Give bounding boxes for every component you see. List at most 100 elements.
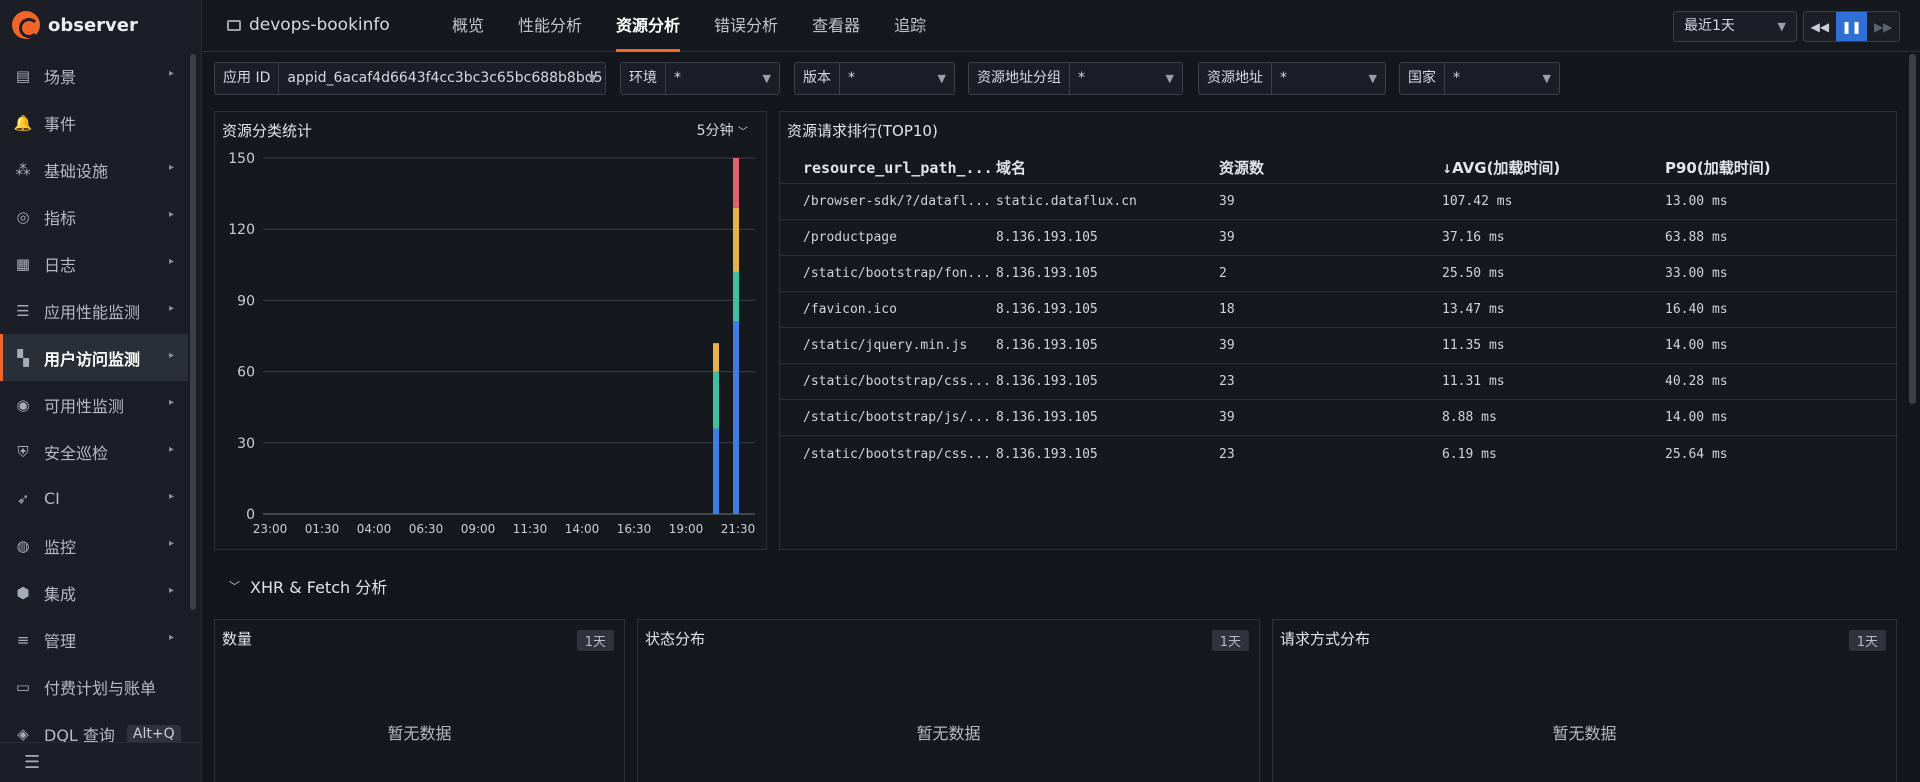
filter-app-id[interactable]: 应用 ID appid_6acaf4d6643f4cc3bc3c65bc688b… [214, 62, 606, 95]
filter-value-text: * [1280, 70, 1287, 86]
tab[interactable]: 查看器 [795, 0, 877, 52]
table-row[interactable]: /static/bootstrap/css... 8.136.193.105 23 1… [780, 364, 1898, 400]
chevron-right-icon: ▸ [168, 209, 174, 220]
sidebar-item-label: 基础设施 [44, 161, 109, 181]
table-cell: 107.42 ms [1442, 194, 1513, 209]
y-tick-label: 60 [237, 365, 255, 381]
apm-icon: ☰ [16, 301, 30, 320]
sidebar-item[interactable]: ▦ 日志 ▸ [0, 240, 188, 287]
pause-button[interactable]: ❚❚ [1835, 12, 1868, 41]
project-selector[interactable]: devops-bookinfo [227, 15, 390, 35]
filter-label: 应用 ID [215, 63, 280, 94]
filter-country[interactable]: 国家 * ▼ [1399, 62, 1560, 95]
tab[interactable]: 资源分析 [599, 0, 697, 52]
table-row[interactable]: /static/jquery.min.js 8.136.193.105 39 11.3… [780, 328, 1898, 364]
sidebar-item[interactable]: ▤ 场景 ▸ [0, 52, 188, 99]
logo-icon [12, 11, 40, 39]
table-row[interactable]: /productpage 8.136.193.105 39 37.16 ms 63.88… [780, 220, 1898, 256]
sidebar-item[interactable]: 🔔 事件 [0, 99, 188, 146]
chevron-right-icon: ▸ [168, 68, 174, 79]
column-header-label: resource_url_path_... [803, 158, 993, 177]
chevron-down-icon: ▼ [1368, 72, 1377, 85]
availability-icon: ◉ [16, 395, 30, 414]
table-cell: 40.28 ms [1665, 374, 1728, 389]
y-tick-label: 150 [228, 151, 255, 167]
table-cell: 16.40 ms [1665, 302, 1728, 317]
table-cell: 18 [1219, 302, 1235, 317]
table-cell: 63.88 ms [1665, 230, 1728, 245]
rewind-button[interactable]: ◀◀ [1804, 12, 1836, 41]
tab[interactable]: 概览 [435, 0, 501, 52]
sidebar-item[interactable]: ⁂ 基础设施 ▸ [0, 146, 188, 193]
sidebar-scrollbar[interactable] [190, 54, 196, 610]
rocket-icon: ➶ [16, 489, 30, 508]
table-cell: 13.47 ms [1442, 302, 1505, 317]
fast-forward-button[interactable]: ▶▶ [1867, 12, 1899, 41]
table-row[interactable]: /favicon.ico 8.136.193.105 18 13.47 ms 16.40… [780, 292, 1898, 328]
table-cell: /productpage [803, 230, 897, 245]
table-cell: 2 [1219, 266, 1227, 281]
filter-env[interactable]: 环境 * ▼ [620, 62, 780, 95]
sidebar-item[interactable]: ≡ 管理 ▸ [0, 616, 188, 663]
tab[interactable]: 错误分析 [697, 0, 795, 52]
billing-icon: ▭ [15, 677, 31, 696]
table-row[interactable]: /browser-sdk/?/datafl... static.dataflux.… [780, 184, 1898, 220]
filter-resource-group[interactable]: 资源地址分组 * ▼ [968, 62, 1183, 95]
x-tick-label: 09:00 [461, 522, 496, 536]
sidebar-item[interactable]: ➶ CI ▸ [0, 475, 188, 522]
bar-segment [733, 271, 739, 322]
filter-value-text: * [1453, 70, 1460, 86]
sort-desc-icon: ↓ [1442, 162, 1453, 176]
sidebar-item[interactable]: ⬢ 集成 ▸ [0, 569, 188, 616]
column-header-label: 域名 [996, 159, 1027, 177]
chevron-down-icon: ▼ [1542, 72, 1551, 85]
sidebar-item-label: 安全巡检 [44, 443, 109, 463]
sidebar-item[interactable]: ▭ 付费计划与账单 [0, 663, 188, 710]
sidebar-item-label: 付费计划与账单 [44, 678, 157, 698]
column-header[interactable]: 资源数 [1217, 157, 1440, 178]
sidebar-item[interactable]: ☰ 应用性能监测 ▸ [0, 287, 188, 334]
sidebar-item[interactable]: ◎ 指标 ▸ [0, 193, 188, 240]
sidebar-item[interactable]: ⛨ 安全巡检 ▸ [0, 428, 188, 475]
time-range-select[interactable]: 最近1天 ▼ [1673, 11, 1797, 42]
table-cell: /static/bootstrap/fon... [803, 266, 991, 281]
xhr-section-header[interactable]: ﹀ XHR & Fetch 分析 [229, 574, 387, 598]
time-badge: 1天 [576, 630, 614, 651]
table-cell: 14.00 ms [1665, 410, 1728, 425]
pause-icon: ❚❚ [1841, 19, 1862, 34]
sidebar-item[interactable]: ◉ 可用性监测 ▸ [0, 381, 188, 428]
filter-resource-url[interactable]: 资源地址 * ▼ [1198, 62, 1386, 95]
sidebar-item[interactable]: ◍ 监控 ▸ [0, 522, 188, 569]
filter-label: 版本 [795, 63, 840, 94]
column-header[interactable]: resource_url_path_... [780, 159, 994, 177]
table-row[interactable]: /static/bootstrap/css... 8.136.193.105 23 6… [780, 436, 1898, 472]
table-cell: 8.88 ms [1442, 410, 1497, 425]
resource-chart-panel: 资源分类统计 5分钟 ﹀ 0 30 60 90 120 150 23:00 01:30 04:0… [214, 111, 767, 550]
sidebar-item-label: 监控 [44, 537, 77, 557]
bar-segment [713, 371, 719, 429]
chevron-right-icon: ▸ [168, 303, 174, 314]
table-cell: /static/bootstrap/js/... [803, 410, 991, 425]
main-scrollbar[interactable] [1909, 54, 1916, 404]
filter-value: * ▼ [666, 63, 779, 94]
tab[interactable]: 性能分析 [501, 0, 599, 52]
filter-version[interactable]: 版本 * ▼ [794, 62, 955, 95]
logo[interactable]: observer [12, 10, 138, 40]
table-row[interactable]: /static/bootstrap/fon... 8.136.193.105 2 25… [780, 256, 1898, 292]
column-header[interactable]: ↓AVG(加载时间) [1440, 157, 1663, 178]
table-cell: 39 [1219, 338, 1235, 353]
column-header[interactable]: P90(加载时间) [1663, 157, 1863, 178]
column-header-label: P90(加载时间) [1665, 159, 1771, 177]
collapse-sidebar-button[interactable]: ☰ [0, 742, 202, 782]
app-root: observer ▤ 场景 ▸ 🔔 事件 ⁂ 基础设施 ▸ ◎ 指标 ▸ ▦ 日志 ▸ ☰ 应用性能监测 ▸ ▚ 用… [0, 0, 1920, 782]
chevron-down-icon: ﹀ [229, 580, 240, 593]
tab[interactable]: 追踪 [877, 0, 943, 52]
chevron-right-icon: ▸ [168, 585, 174, 596]
column-header[interactable]: 域名 [994, 157, 1217, 178]
chevron-down-icon: ▼ [588, 72, 597, 85]
sidebar-item-label: 管理 [44, 631, 77, 651]
chevron-right-icon: ▸ [168, 632, 174, 643]
table-row[interactable]: /static/bootstrap/js/... 8.136.193.105 39 8… [780, 400, 1898, 436]
table-cell: /static/jquery.min.js [803, 338, 968, 353]
sidebar-item[interactable]: ▚ 用户访问监测 ▸ [0, 334, 188, 381]
